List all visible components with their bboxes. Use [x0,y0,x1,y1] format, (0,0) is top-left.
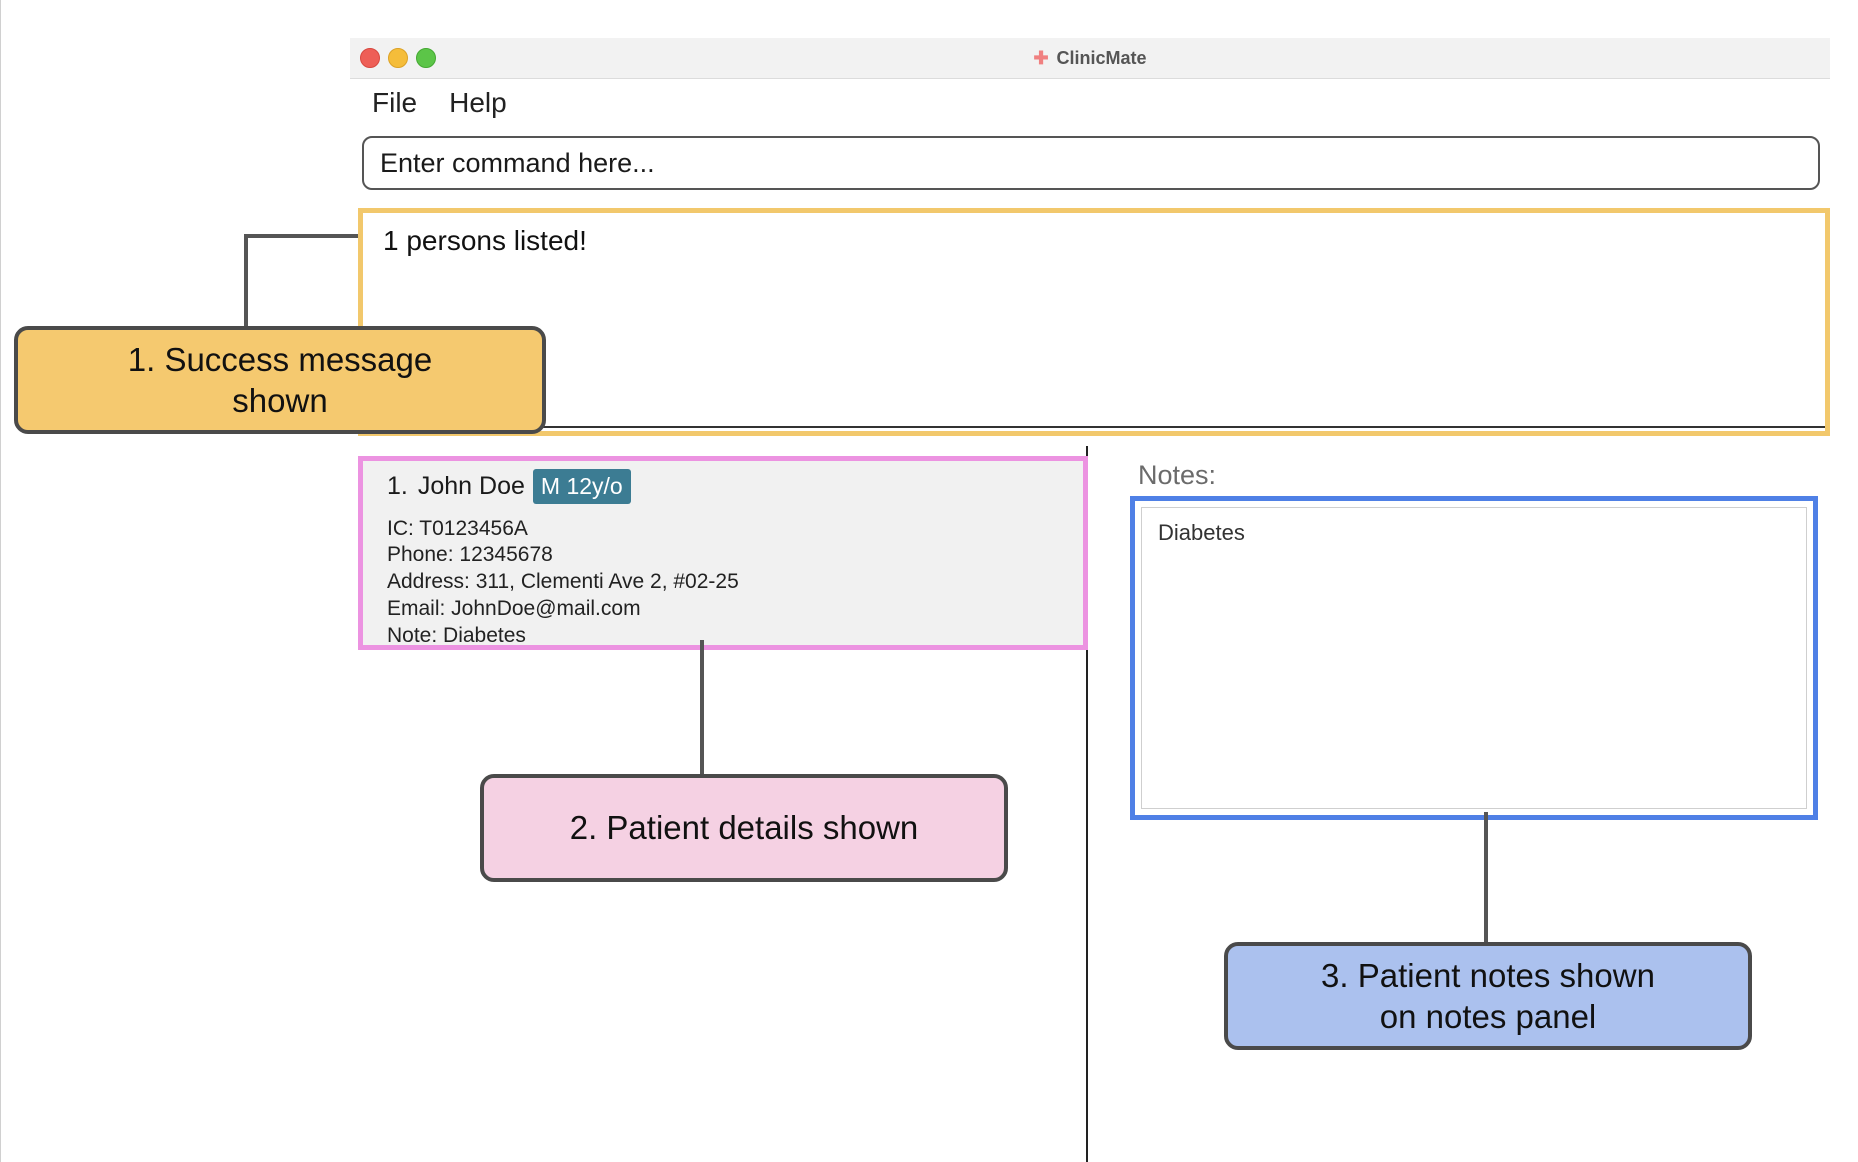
left-edge-line [0,0,1,1162]
callout-success: 1. Success message shown [14,326,546,434]
notes-content: Diabetes [1158,520,1245,545]
connector-success-v [244,234,248,330]
plus-icon: ✚ [1033,48,1049,68]
connector-details [700,640,704,778]
title-bar: ✚ ClinicMate [350,38,1830,79]
result-message: 1 persons listed! [383,225,587,256]
window-title: ClinicMate [1056,47,1147,68]
person-index: 1. [387,472,408,500]
result-divider [363,426,1825,428]
person-address: Address: 311, Clementi Ave 2, #02-25 [387,570,739,593]
callout-details-text: 2. Patient details shown [569,809,919,847]
person-card[interactable]: 1. John Doe M 12y/o IC: T0123456A Phone:… [358,456,1088,650]
callout-success-text: 1. Success message shown [127,340,433,419]
notes-text-area[interactable]: Diabetes [1141,507,1807,809]
menu-file[interactable]: File [350,87,429,119]
person-name: John Doe [417,472,525,500]
connector-notes [1484,812,1488,948]
person-phone: Phone: 12345678 [387,543,553,566]
callout-details: 2. Patient details shown [480,774,1008,882]
menu-bar: File Help [350,80,519,126]
result-display: 1 persons listed! [358,208,1830,436]
person-tag: M 12y/o [532,469,631,504]
notes-panel: Diabetes [1130,496,1818,820]
callout-notes-text: 3. Patient notes shown on notes panel [1321,956,1655,1035]
notes-label: Notes: [1138,460,1217,490]
person-header: 1. John Doe M 12y/o [387,469,631,504]
person-note: Note: Diabetes [387,624,526,647]
person-ic: IC: T0123456A [387,517,528,540]
connector-success-h [244,234,358,238]
person-email: Email: JohnDoe@mail.com [387,597,641,620]
menu-help[interactable]: Help [429,87,519,119]
callout-notes: 3. Patient notes shown on notes panel [1224,942,1752,1050]
title-wrap: ✚ ClinicMate [350,38,1830,78]
command-input[interactable] [362,136,1820,190]
